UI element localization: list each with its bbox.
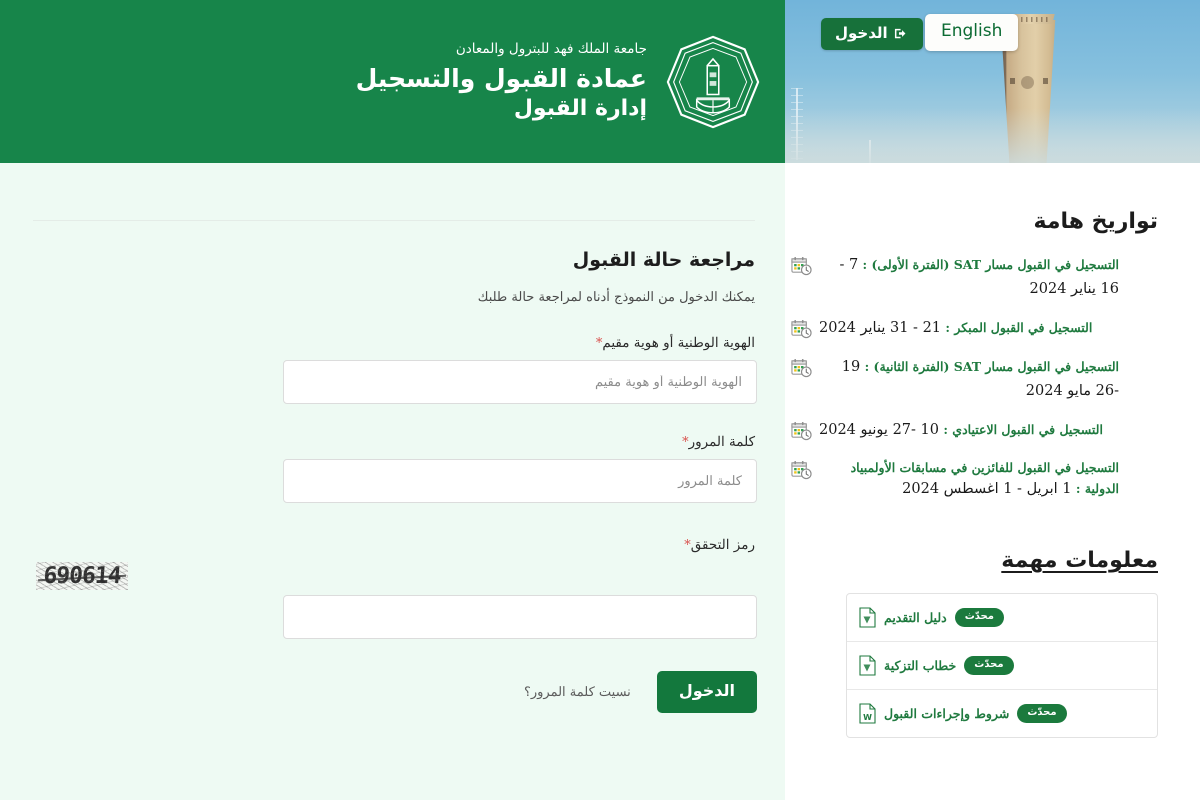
kfupm-seal-logo-icon	[665, 34, 761, 130]
department-name: إدارة القبول	[513, 95, 647, 121]
hero-login-button[interactable]: الدخول	[821, 18, 923, 50]
password-input[interactable]	[283, 459, 757, 503]
captcha-field-group: رمز التحقق* 690614	[30, 537, 757, 639]
date-item-text: التسجيل في القبول للفائزين في مسابقات ال…	[850, 459, 1119, 498]
list-item[interactable]: التسجيل في القبول مسار SAT (الفترة الثان…	[791, 356, 1158, 404]
language-toggle-button[interactable]: English	[925, 14, 1019, 51]
calendar-clock-icon	[791, 256, 812, 277]
pdf-file-icon	[859, 655, 876, 676]
page-root: الدخول English تواريخ هامة التسجيل في ال…	[0, 0, 1200, 800]
important-documents-card: دليل التقديم محدّث خطاب التزكية محدّث W …	[846, 593, 1158, 739]
admission-status-form: مراجعة حالة القبول يمكنك الدخول من النمو…	[0, 249, 785, 713]
left-column: الدخول English تواريخ هامة التسجيل في ال…	[785, 0, 1200, 800]
date-item-text: التسجيل في القبول مسار SAT (الفترة الثان…	[841, 358, 1119, 399]
captcha-input[interactable]	[283, 595, 757, 639]
sidebar-content: تواريخ هامة التسجيل في القبول مسار SAT (…	[785, 209, 1200, 739]
hero-login-label: الدخول	[835, 24, 888, 42]
important-dates-title: تواريخ هامة	[1033, 209, 1158, 234]
list-item[interactable]: التسجيل في القبول المبكر : 21 - 31 يناير…	[791, 317, 1158, 341]
password-field-group: كلمة المرور*	[30, 434, 757, 503]
sign-in-arrow-icon	[894, 26, 909, 41]
captcha-image[interactable]: 690614	[36, 562, 128, 590]
national-id-label: الهوية الوطنية أو هوية مقيم*	[595, 335, 755, 351]
national-id-input[interactable]	[283, 360, 757, 404]
list-item[interactable]: خطاب التزكية محدّث	[847, 642, 1157, 691]
document-label: شروط وإجراءات القبول	[884, 706, 1010, 722]
date-item-text: التسجيل في القبول مسار SAT (الفترة الأول…	[839, 257, 1119, 297]
list-item[interactable]: W شروط وإجراءات القبول محدّث	[847, 690, 1157, 737]
brand-block: جامعة الملك فهد للبترول والمعادن عمادة ا…	[356, 41, 647, 123]
document-label: خطاب التزكية	[884, 658, 957, 674]
captcha-label: رمز التحقق*	[684, 537, 755, 553]
panel-divider	[33, 220, 755, 221]
sky-haze	[785, 108, 1200, 163]
right-column: جامعة الملك فهد للبترول والمعادن عمادة ا…	[0, 0, 785, 800]
word-file-icon: W	[859, 703, 876, 724]
calendar-clock-icon	[791, 460, 812, 481]
status-badge: محدّث	[964, 656, 1014, 676]
password-label: كلمة المرور*	[682, 434, 755, 450]
site-header: جامعة الملك فهد للبترول والمعادن عمادة ا…	[0, 0, 785, 163]
list-item[interactable]: التسجيل في القبول مسار SAT (الفترة الأول…	[791, 254, 1158, 302]
page-title: مراجعة حالة القبول	[572, 249, 755, 271]
hero-image: الدخول English	[785, 0, 1200, 163]
list-item[interactable]: التسجيل في القبول الاعتيادي : 10 -27 يون…	[791, 419, 1158, 443]
calendar-clock-icon	[791, 358, 812, 379]
calendar-clock-icon	[791, 421, 812, 442]
important-dates-list: التسجيل في القبول مسار SAT (الفترة الأول…	[791, 254, 1158, 502]
calendar-clock-icon	[791, 319, 812, 340]
list-item[interactable]: التسجيل في القبول للفائزين في مسابقات ال…	[791, 458, 1158, 503]
forgot-password-link[interactable]: نسيت كلمة المرور؟	[524, 685, 631, 700]
svg-text:W: W	[863, 713, 872, 722]
date-item-text: التسجيل في القبول المبكر : 21 - 31 يناير…	[819, 319, 1093, 336]
important-info-title: معلومات مهمة	[1001, 548, 1158, 574]
document-label: دليل التقديم	[884, 610, 947, 626]
form-actions: الدخول نسيت كلمة المرور؟	[283, 671, 757, 713]
submit-login-button[interactable]: الدخول	[656, 671, 757, 713]
form-description: يمكنك الدخول من النموذج أدناه لمراجعة حا…	[477, 290, 755, 305]
status-badge: محدّث	[954, 608, 1004, 628]
university-name: جامعة الملك فهد للبترول والمعادن	[455, 40, 647, 57]
status-badge: محدّث	[1017, 704, 1067, 724]
list-item[interactable]: دليل التقديم محدّث	[847, 594, 1157, 643]
deanship-name: عمادة القبول والتسجيل	[355, 63, 647, 93]
pdf-file-icon	[859, 607, 876, 628]
date-item-text: التسجيل في القبول الاعتيادي : 10 -27 يون…	[819, 421, 1103, 438]
captcha-code-text: 690614	[42, 563, 122, 589]
national-id-field-group: الهوية الوطنية أو هوية مقيم*	[30, 335, 757, 404]
